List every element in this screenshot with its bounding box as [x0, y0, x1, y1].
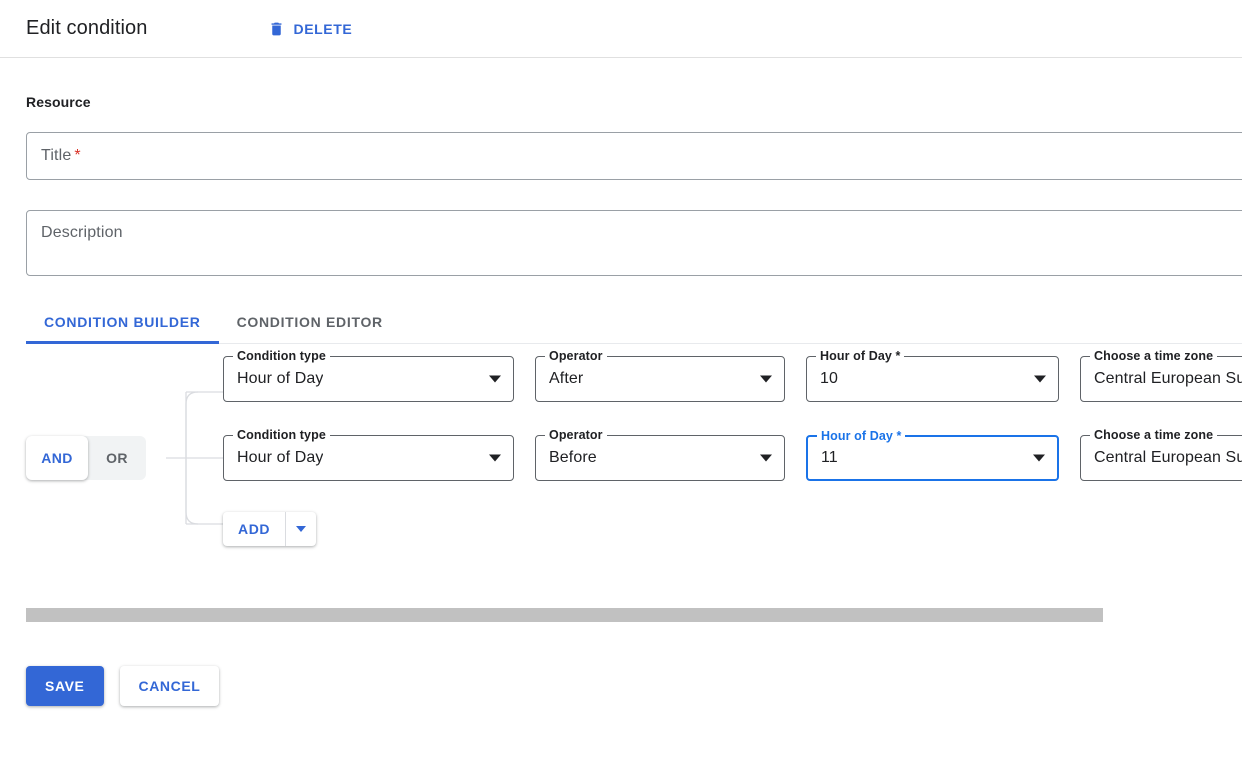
add-split-button: ADD: [223, 512, 317, 546]
condition-builder-panel: AND OR Condition type Hour of Day Operat…: [26, 349, 1242, 600]
chevron-down-icon: [489, 454, 501, 462]
condition-tree-connector: [166, 391, 228, 525]
chevron-down-icon: [760, 454, 772, 462]
trash-icon: [268, 20, 285, 38]
time-zone-label-1: Choose a time zone: [1090, 349, 1218, 363]
condition-type-label-2: Condition type: [233, 428, 330, 442]
cancel-button[interactable]: CANCEL: [119, 666, 220, 706]
page-header: Edit condition DELETE: [0, 0, 1242, 58]
condition-type-value-1: Hour of Day: [237, 370, 324, 387]
add-condition-row: ADD: [223, 512, 317, 546]
form-actions: SAVE CANCEL: [26, 666, 1216, 706]
condition-tabs: CONDITION BUILDER CONDITION EDITOR: [26, 300, 1242, 344]
time-zone-value-1: Central European Sur: [1094, 370, 1242, 387]
operator-select-2[interactable]: Operator Before: [535, 428, 785, 481]
page-body: Resource Title * Description CONDITION BU…: [0, 94, 1242, 706]
time-zone-select-2[interactable]: Choose a time zone Central European Sur: [1080, 428, 1242, 481]
condition-type-value-2: Hour of Day: [237, 449, 324, 466]
condition-row: Condition type Hour of Day Operator Befo…: [223, 428, 1242, 481]
title-field[interactable]: Title *: [26, 132, 1242, 180]
operator-value-2: Before: [549, 449, 597, 466]
description-field-placeholder: Description: [41, 224, 123, 241]
add-button[interactable]: ADD: [223, 512, 285, 546]
condition-type-select-2[interactable]: Condition type Hour of Day: [223, 428, 514, 481]
logic-operator-toggle: AND OR: [26, 436, 146, 480]
delete-button[interactable]: DELETE: [262, 16, 358, 42]
resource-section-label: Resource: [26, 94, 91, 110]
time-zone-label-2: Choose a time zone: [1090, 428, 1218, 442]
title-required-marker: *: [74, 147, 81, 164]
hour-of-day-label-1: Hour of Day *: [816, 349, 905, 363]
add-button-menu-toggle[interactable]: [286, 512, 316, 546]
tab-condition-builder[interactable]: CONDITION BUILDER: [26, 300, 219, 344]
tab-condition-editor[interactable]: CONDITION EDITOR: [219, 300, 401, 343]
logic-toggle-or[interactable]: OR: [84, 436, 146, 480]
delete-button-label: DELETE: [293, 20, 353, 37]
chevron-down-icon: [1033, 454, 1045, 462]
operator-label-1: Operator: [545, 349, 607, 363]
horizontal-scrollbar[interactable]: [26, 608, 1242, 622]
save-button[interactable]: SAVE: [26, 666, 104, 706]
chevron-down-icon: [1034, 375, 1046, 383]
condition-type-select-1[interactable]: Condition type Hour of Day: [223, 349, 514, 402]
chevron-down-icon: [760, 375, 772, 383]
operator-value-1: After: [549, 370, 584, 387]
condition-row: Condition type Hour of Day Operator Afte…: [223, 349, 1242, 402]
hour-of-day-select-2[interactable]: Hour of Day * 11: [806, 429, 1059, 481]
hour-of-day-value-1: 10: [820, 370, 838, 387]
horizontal-scrollbar-thumb[interactable]: [26, 608, 1103, 622]
page-title: Edit condition: [26, 17, 148, 39]
operator-select-1[interactable]: Operator After: [535, 349, 785, 402]
chevron-down-icon: [296, 526, 307, 532]
time-zone-value-2: Central European Sur: [1094, 449, 1242, 466]
logic-toggle-and[interactable]: AND: [26, 436, 88, 480]
hour-of-day-label-2: Hour of Day *: [817, 429, 906, 443]
condition-type-label-1: Condition type: [233, 349, 330, 363]
hour-of-day-value-2: 11: [821, 449, 838, 466]
time-zone-select-1[interactable]: Choose a time zone Central European Sur: [1080, 349, 1242, 402]
description-field[interactable]: Description: [26, 210, 1242, 276]
title-field-placeholder: Title: [41, 147, 72, 164]
operator-label-2: Operator: [545, 428, 607, 442]
hour-of-day-select-1[interactable]: Hour of Day * 10: [806, 349, 1059, 402]
chevron-down-icon: [489, 375, 501, 383]
